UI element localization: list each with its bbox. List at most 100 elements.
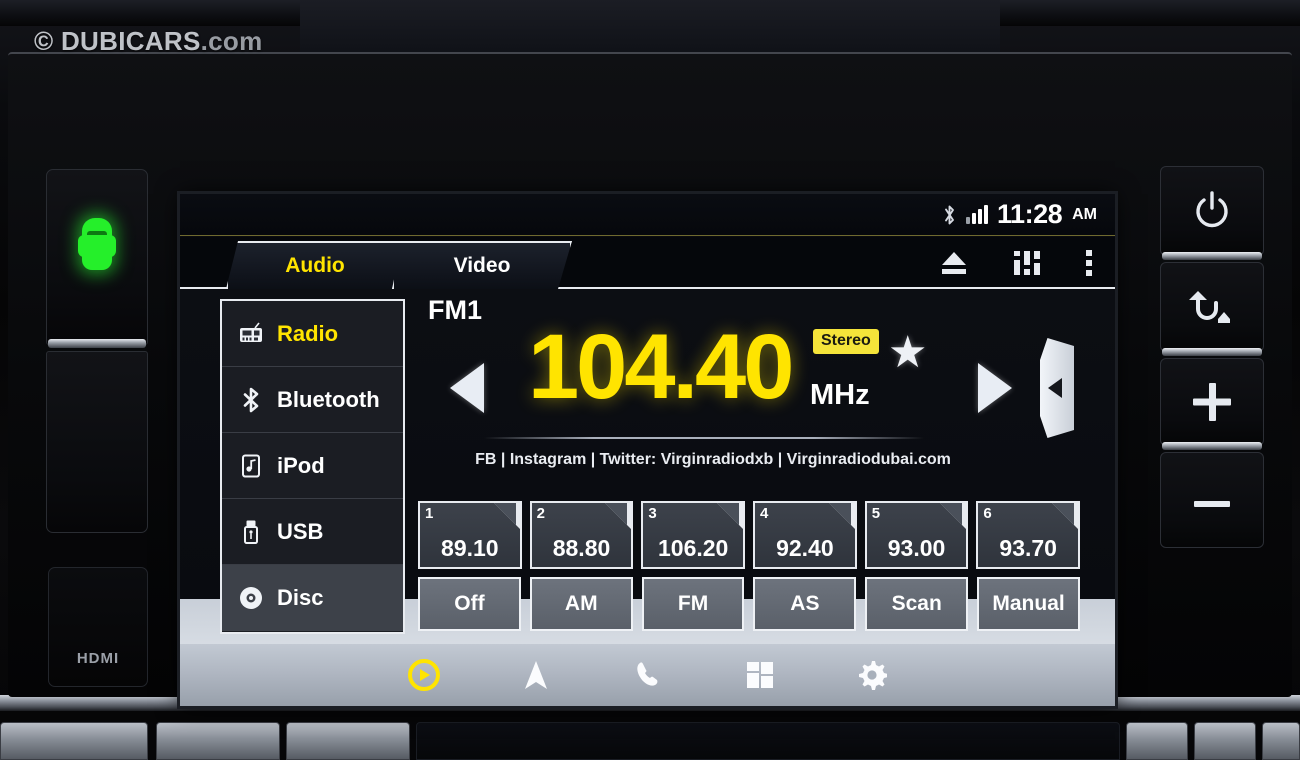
button-separator [1162,442,1262,450]
preset-button[interactable]: 5 93.00 [864,501,969,569]
dash-hard-button[interactable] [1126,722,1188,760]
preset-button[interactable]: 6 93.70 [976,501,1081,569]
dash-hard-button[interactable] [286,722,410,760]
preset-frequency: 88.80 [552,535,611,561]
bottom-navigation-bar [180,644,1115,706]
rds-text: FB | Instagram | Twitter: Virginradiodxb… [475,451,951,468]
frequency-unit: MHz [810,379,870,411]
divider-line [484,437,924,439]
equalizer-icon[interactable] [1011,249,1043,282]
sidebar-item-disc-label: Disc [277,585,324,610]
tuner-controls: Off AM FM AS Scan Manual [418,577,1080,631]
back-home-icon [1161,285,1263,334]
sidebar-item-ipod-label: iPod [277,452,325,478]
preset-frequency: 93.00 [887,535,946,561]
stereo-badge: Stereo [813,329,879,354]
dash-hard-button[interactable] [1262,722,1300,760]
frequency-display: 104.40 [528,316,794,418]
button-separator [1162,252,1262,260]
sidebar-item-bluetooth[interactable]: Bluetooth [222,367,403,433]
control-as-button[interactable]: AS [753,577,857,631]
preset-corner-fold [605,503,632,529]
preset-frequency: 89.10 [441,535,499,561]
screen-body: Radio Bluetooth iPod USB Disc FM1 104.40… [180,289,1115,706]
preset-button[interactable]: 2 88.80 [529,501,634,569]
right-hardware-panel [1160,166,1272,566]
control-fm-button[interactable]: FM [641,577,745,631]
tune-down-button[interactable] [450,363,484,413]
band-label: FM1 [428,295,482,325]
tab-video-label: Video [453,254,511,277]
preset-number: 3 [648,505,657,522]
tune-up-button[interactable] [978,363,1012,413]
sidebar-item-ipod[interactable]: iPod [222,433,403,499]
preset-number: 2 [536,505,546,522]
preset-corner-fold [1052,503,1079,529]
blank-button[interactable] [46,351,148,533]
preset-number: 5 [871,505,881,522]
sidebar-item-usb[interactable]: USB [222,499,403,565]
button-separator [48,339,146,348]
eject-icon[interactable] [939,250,969,281]
back-home-button[interactable] [1160,262,1264,352]
control-scan-button[interactable]: Scan [865,577,969,631]
preset-corner-fold [828,503,855,529]
preset-corner-fold [940,503,967,529]
preset-button[interactable]: 1 89.10 [418,501,522,569]
watermark-domain: .com [200,26,263,56]
tab-audio[interactable]: Audio [226,241,404,289]
preset-frequency: 106.20 [658,535,729,561]
sidebar-item-disc[interactable]: Disc [222,565,403,631]
sidebar-item-usb-label: USB [277,518,324,544]
volume-up-button[interactable] [1160,358,1264,446]
tuner-panel: FM1 104.40 MHz Stereo ★ FB | Instagram |… [418,293,1078,493]
control-am-button[interactable]: AM [529,577,633,631]
sidebar-item-radio[interactable]: Radio [222,301,403,367]
preset-corner-fold [717,503,744,529]
left-hardware-panel: HDMI [38,169,156,689]
source-sidebar: Radio Bluetooth iPod USB Disc [220,299,405,634]
power-button[interactable] [1160,166,1264,256]
dash-hard-button[interactable] [0,722,148,760]
sidebar-item-radio-label: Radio [277,320,339,346]
volume-down-button[interactable] [1160,452,1264,548]
preset-frequency: 93.70 [999,535,1057,561]
preset-number: 6 [983,505,992,522]
dash-button-row [0,722,1300,760]
clock-time: 11:28 [997,199,1063,229]
phone-icon[interactable] [631,658,665,692]
media-icon[interactable] [407,658,441,692]
dash-panel-gap [416,722,1120,760]
tab-bar: Audio Video [180,237,1115,289]
settings-icon[interactable] [855,658,889,692]
apps-icon[interactable] [743,658,777,692]
control-manual-button[interactable]: Manual [977,577,1080,631]
preset-corner-fold [493,503,520,529]
preset-button[interactable]: 3 106.20 [641,501,746,569]
star-icon[interactable]: ★ [888,331,927,375]
collapse-panel-icon[interactable] [1040,338,1074,438]
watermark-text: © DUBICARS [34,26,201,56]
tab-audio-label: Audio [285,254,345,277]
tab-video[interactable]: Video [392,241,572,289]
infotainment-screen: 11:28 AM Audio Video Radio Bluetooth iPo… [180,194,1115,706]
control-off-button[interactable]: Off [418,577,521,631]
navigation-icon[interactable] [519,658,553,692]
bluetooth-icon [942,204,957,226]
more-options-icon[interactable] [1085,249,1093,282]
vehicle-info-button[interactable] [46,169,148,345]
status-bar: 11:28 AM [180,194,1115,236]
hdmi-port: HDMI [48,567,148,687]
minus-icon [1161,497,1263,515]
disc-icon [238,585,264,611]
dash-hard-button[interactable] [156,722,280,760]
preset-buttons: 1 89.10 2 88.80 3 106.20 4 92.40 5 93.00… [418,501,1081,569]
dash-hard-button[interactable] [1194,722,1256,760]
preset-number: 1 [425,505,434,522]
bluetooth-icon [238,387,264,413]
preset-button[interactable]: 4 92.40 [753,501,857,569]
tab-action-icons [939,249,1093,282]
watermark: © DUBICARS.com [34,26,263,57]
clock-meridiem: AM [1072,205,1097,223]
green-car-icon [78,218,116,270]
